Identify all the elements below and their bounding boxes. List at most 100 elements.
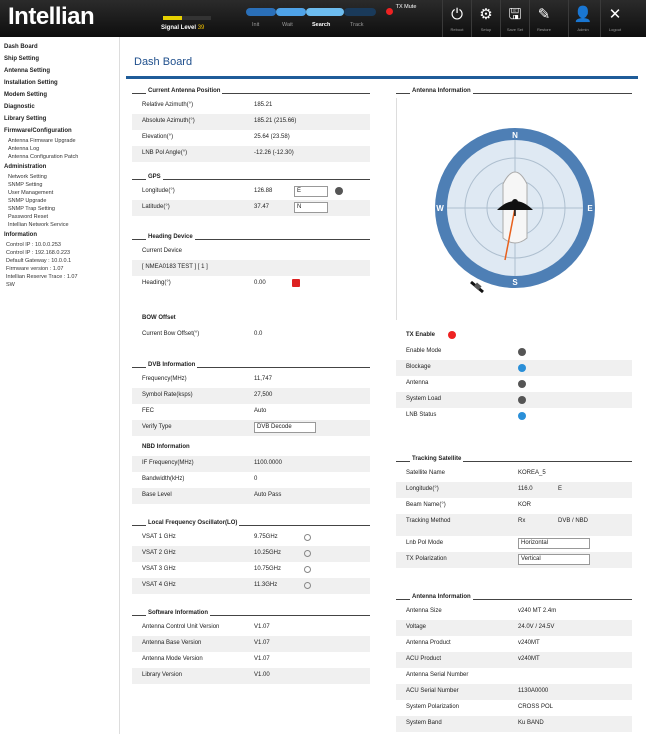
table-row: ACU Serial Number 1130A0000 (396, 684, 632, 700)
table-row: LNB Pol Angle(°) -12.26 (-12.30) (132, 146, 370, 162)
bow-offset-section: BOW Offset Current Bow Offset(°) 0.0 (132, 311, 370, 343)
section-title: Antenna Information (410, 88, 473, 94)
logout-button[interactable]: ✕ Logout (600, 0, 629, 37)
table-row: System Polarization CROSS POL (396, 700, 632, 716)
sidebar-item-firmware[interactable]: Firmware/Configuration (0, 125, 119, 137)
table-row: Tracking Method Rx DVB / NBD (396, 514, 632, 536)
sidebar-item-antenna[interactable]: Antenna Setting (0, 65, 119, 77)
page-title: Dash Board (134, 56, 193, 68)
close-icon: ✕ (608, 6, 622, 23)
sidebar-sub-snmp-upgrade[interactable]: SNMP Upgrade (0, 197, 119, 205)
table-row: Lnb Pol Mode Horizontal (396, 536, 632, 552)
row-label: Base Level (142, 492, 172, 498)
row-value: Auto (254, 408, 267, 414)
restore-button[interactable]: ✎ Restore (529, 0, 558, 37)
sidebar-item-ship[interactable]: Ship Setting (0, 53, 119, 65)
lo-radio[interactable] (304, 582, 311, 589)
row-value: 0.00 (254, 280, 266, 286)
sidebar-item-modem[interactable]: Modem Setting (0, 89, 119, 101)
section-title: Local Frequency Oscillator(LO) (146, 520, 240, 526)
gps-settings-icon[interactable] (335, 187, 343, 195)
info-line: Control IP : 192.168.0.223 (6, 250, 71, 256)
row-value: 27,500 (254, 392, 273, 398)
info-line: Control IP : 10.0.0.253 (6, 242, 61, 248)
heading-device-section: Heading Device Current Device [ NMEA0183… (132, 234, 370, 292)
row-label: VSAT 1 GHz (142, 534, 176, 540)
sidebar: Dash Board Ship Setting Antenna Setting … (0, 37, 120, 734)
row-label: VSAT 4 GHz (142, 582, 176, 588)
lo-radio[interactable] (304, 534, 311, 541)
setup-button[interactable]: ⚙ Setup (471, 0, 500, 37)
row-label: Antenna Base Version (142, 640, 202, 646)
sidebar-sub-antenna-log[interactable]: Antenna Log (0, 145, 119, 153)
row-label: Antenna Control Unit Version (142, 624, 220, 630)
heading-apply-icon[interactable] (292, 279, 300, 287)
sidebar-sub-snmp-trap[interactable]: SNMP Trap Setting (0, 205, 119, 213)
sidebar-item-information[interactable]: Information (0, 229, 119, 241)
tracking-method-radio[interactable]: Rx (518, 518, 525, 524)
table-row: Verify Type DVB Decode (132, 420, 370, 436)
lo-radio[interactable] (304, 566, 311, 573)
row-label: ACU Product (406, 656, 442, 662)
compass-label-s: S (512, 278, 518, 287)
row-value: 37.47 (254, 204, 270, 210)
restore-label: Restore (536, 27, 551, 32)
mode-wait-pill (276, 8, 306, 16)
sidebar-sub-snmp[interactable]: SNMP Setting (0, 181, 119, 189)
row-label: Relative Azimuth(°) (142, 102, 194, 108)
row-label: Symbol Rate(ksps) (142, 392, 193, 398)
row-value: V1.07 (254, 656, 270, 662)
sidebar-item-administration[interactable]: Administration (0, 161, 119, 173)
sidebar-sub-config-patch[interactable]: Antenna Configuration Patch (0, 153, 119, 161)
table-row: IF Frequency(MHz) 1100.0000 (132, 456, 370, 472)
lnb-pol-select[interactable]: Horizontal (518, 538, 590, 549)
tx-mute-button[interactable]: TX Mute (386, 4, 426, 34)
sidebar-item-installation[interactable]: Installation Setting (0, 77, 119, 89)
tx-enable-section: TX Enable Enable Mode Blockage Antenna S… (396, 328, 632, 424)
logout-label: Logout (608, 27, 622, 32)
longitude-dir-select[interactable]: E (294, 186, 328, 197)
save-button[interactable]: 🖫 Save Set (500, 0, 529, 37)
table-row: VSAT 3 GHz 10.75GHz (132, 562, 370, 578)
table-row: FEC Auto (132, 404, 370, 420)
row-value: 126.88 (254, 188, 273, 194)
status-icon (518, 348, 526, 356)
latitude-dir-select[interactable]: N (294, 202, 328, 213)
table-row: Base Level Auto Pass (132, 488, 370, 504)
sidebar-sub-password[interactable]: Password Reset (0, 213, 119, 221)
row-value: 0.0 (254, 331, 263, 337)
info-line: Firmware version : 1.07 (6, 266, 64, 272)
admin-button[interactable]: 👤 Admin (568, 0, 597, 37)
sidebar-sub-network[interactable]: Network Setting (0, 173, 119, 181)
sidebar-item-library[interactable]: Library Setting (0, 113, 119, 125)
table-row: NBD Information (132, 440, 370, 456)
table-row: Antenna Serial Number (396, 668, 632, 684)
row-label: System Load (406, 396, 442, 402)
reboot-button[interactable]: ⏻ Reboot (442, 0, 471, 37)
table-row: Heading(°) 0.00 (132, 276, 370, 292)
user-icon: 👤 (573, 6, 593, 23)
logo: Intellian (8, 3, 95, 30)
table-row: VSAT 1 GHz 9.75GHz (132, 530, 370, 546)
table-row: Voltage 24.0V / 24.5V (396, 620, 632, 636)
sidebar-item-diagnostic[interactable]: Diagnostic (0, 101, 119, 113)
table-row: VSAT 4 GHz 11.3GHz (132, 578, 370, 594)
mode-indicator: Init Wait Search Track (244, 8, 378, 32)
tracking-method-option[interactable]: DVB / NBD (558, 518, 588, 524)
tx-pol-select[interactable]: Vertical (518, 554, 590, 565)
section-title: Current Antenna Position (146, 88, 223, 94)
row-label: Antenna Mode Version (142, 656, 203, 662)
lo-radio[interactable] (304, 550, 311, 557)
sidebar-item-dashboard[interactable]: Dash Board (0, 41, 119, 53)
section-title: NBD Information (142, 444, 190, 450)
table-row: Antenna Product v240MT (396, 636, 632, 652)
sidebar-sub-users[interactable]: User Management (0, 189, 119, 197)
table-row: Latitude(°) 37.47 N (132, 200, 370, 216)
row-label: Latitude(°) (142, 204, 170, 210)
row-label: TX Polarization (406, 556, 447, 562)
mode-init: Init (252, 22, 260, 28)
verify-type-select[interactable]: DVB Decode (254, 422, 316, 433)
sidebar-sub-network-service[interactable]: Intellian Network Service (0, 221, 119, 229)
row-label: Current Device (142, 248, 183, 254)
sidebar-sub-firmware-upgrade[interactable]: Antenna Firmware Upgrade (0, 137, 119, 145)
